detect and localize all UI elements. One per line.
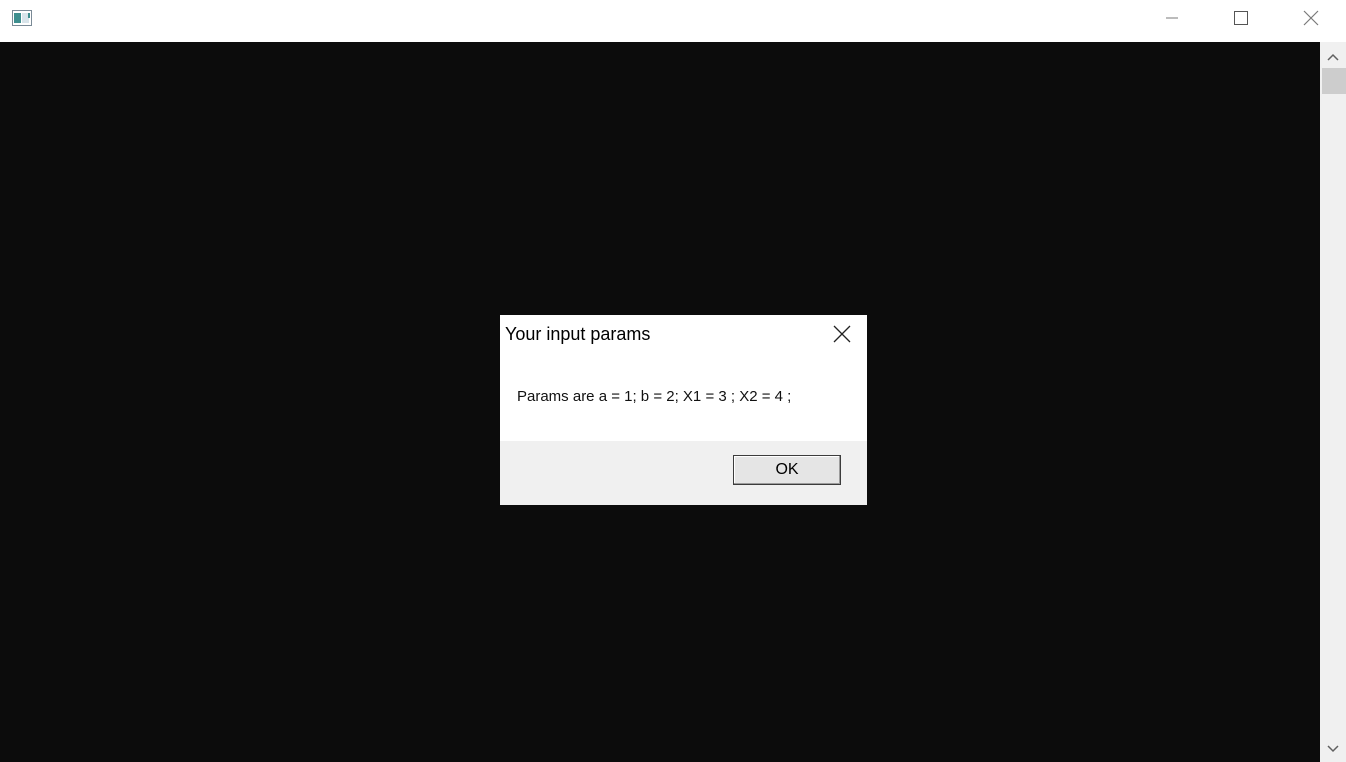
title-bar[interactable] — [0, 0, 1346, 42]
minimize-icon — [1164, 10, 1180, 31]
message-dialog: Your input params Params are a = 1; b = … — [500, 315, 867, 505]
close-icon — [833, 325, 851, 348]
vertical-scrollbar[interactable] — [1320, 42, 1346, 762]
chevron-down-icon — [1327, 740, 1339, 758]
maximize-button[interactable] — [1206, 0, 1276, 40]
scroll-thumb[interactable] — [1322, 68, 1346, 94]
ok-button[interactable]: OK — [733, 455, 841, 485]
app-window-icon[interactable] — [12, 10, 32, 26]
minimize-button[interactable] — [1137, 0, 1207, 40]
dialog-title: Your input params — [505, 324, 651, 344]
dialog-footer: OK — [500, 441, 867, 505]
close-icon — [1303, 10, 1319, 31]
app-window: Your input params Params are a = 1; b = … — [0, 0, 1346, 762]
scroll-down-button[interactable] — [1320, 736, 1346, 762]
chevron-up-icon — [1327, 48, 1339, 66]
maximize-icon — [1233, 10, 1249, 31]
dialog-close-button[interactable] — [820, 321, 864, 351]
close-window-button[interactable] — [1276, 0, 1346, 40]
scroll-up-button[interactable] — [1320, 44, 1346, 70]
dialog-message: Params are a = 1; b = 2; X1 = 3 ; X2 = 4… — [517, 388, 792, 405]
